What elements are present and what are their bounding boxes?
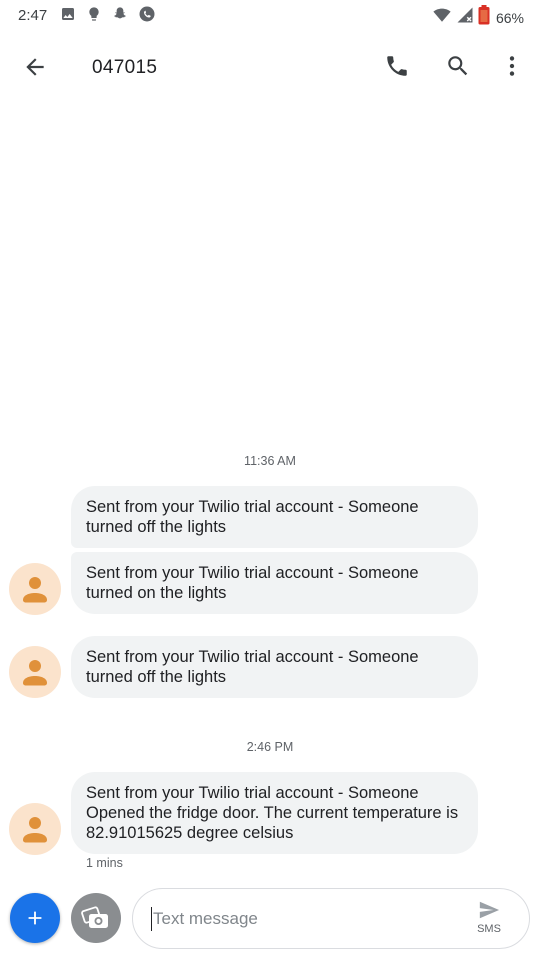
phone-icon [387, 56, 407, 76]
search-icon [448, 56, 468, 76]
send-button[interactable]: SMS [471, 899, 507, 941]
message-status: 1 mins [86, 856, 123, 870]
send-label: SMS [477, 923, 501, 935]
sender-avatar[interactable] [9, 803, 61, 855]
more-options-button[interactable] [497, 51, 527, 81]
message-input[interactable] [151, 907, 453, 931]
back-button[interactable] [20, 52, 50, 82]
more-vert-icon [509, 56, 515, 76]
sender-avatar[interactable] [9, 646, 61, 698]
plus-icon [28, 911, 42, 925]
sender-avatar[interactable] [9, 563, 61, 615]
notification-icons [60, 5, 156, 28]
compose-box[interactable]: SMS [132, 888, 530, 949]
message-bubble[interactable]: Sent from your Twilio trial account - So… [71, 486, 478, 548]
attach-button[interactable] [10, 893, 60, 943]
system-icons: 66% [432, 5, 524, 30]
time-divider: 11:36 AM [244, 454, 296, 468]
send-icon [479, 901, 500, 919]
battery-percent: 66% [495, 9, 524, 26]
wifi-icon [432, 6, 452, 29]
status-time: 2:47 [18, 7, 48, 24]
signal-icon [456, 6, 474, 29]
contact-title: 047015 [92, 57, 158, 78]
status-bar: 2:47 66% [0, 0, 540, 32]
gallery-button[interactable] [71, 893, 121, 943]
image-icon [60, 6, 76, 27]
person-icon [23, 577, 47, 603]
camera-gallery-icon [81, 906, 108, 928]
message-bubble[interactable]: Sent from your Twilio trial account - So… [71, 636, 478, 698]
whatsapp-icon [138, 5, 156, 28]
message-bubble[interactable]: Sent from your Twilio trial account - So… [71, 772, 478, 854]
messages-app: 2:47 66% 047015 11:36 AM Sent from your … [0, 0, 540, 960]
snapchat-icon [112, 6, 128, 27]
time-divider: 2:46 PM [246, 740, 294, 754]
search-button[interactable] [443, 51, 473, 81]
message-bubble[interactable]: Sent from your Twilio trial account - So… [71, 552, 478, 614]
battery-icon [478, 5, 490, 30]
person-icon [23, 660, 47, 686]
lightbulb-icon [86, 5, 102, 28]
call-button[interactable] [382, 51, 412, 81]
back-arrow-icon [26, 58, 44, 76]
conversation-toolbar: 047015 [0, 32, 540, 100]
person-icon [23, 817, 47, 843]
